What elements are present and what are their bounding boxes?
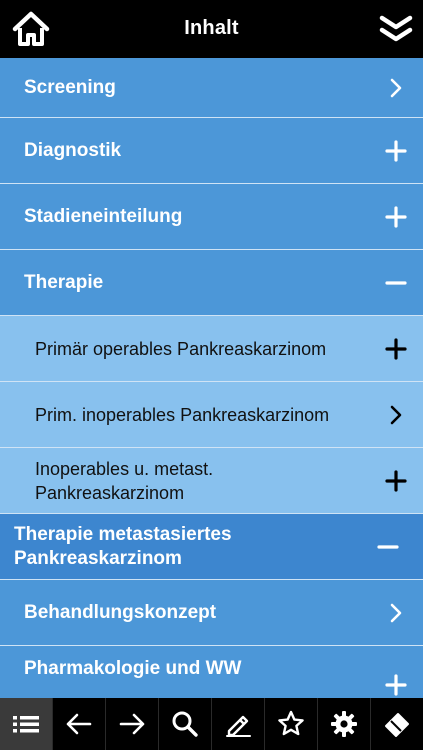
contents-button[interactable] <box>0 698 53 750</box>
eraser-button[interactable] <box>371 698 423 750</box>
list-item-behandlungskonzept[interactable]: Behandlungskonzept <box>0 580 423 646</box>
list-item-label: Behandlungskonzept <box>24 601 217 623</box>
back-button[interactable] <box>53 698 106 750</box>
highlighter-icon <box>226 715 251 737</box>
plus-icon[interactable] <box>385 205 407 228</box>
favorites-button[interactable] <box>265 698 318 750</box>
list-item-therapie-metastasiertes[interactable]: Therapie metastasiertes Pankreaskarzinom <box>0 514 423 580</box>
highlight-button[interactable] <box>212 698 265 750</box>
list-item-therapie[interactable]: Therapie <box>0 250 423 316</box>
list-item-label: Stadieneinteilung <box>24 205 183 227</box>
list-item-label: Pharmakologie und WW <box>24 658 242 680</box>
minus-icon[interactable] <box>377 536 399 558</box>
list-icon <box>13 716 39 733</box>
list-item-label-line2: Pankreaskarzinom <box>35 482 185 503</box>
arrow-right-icon <box>119 713 145 735</box>
search-icon <box>172 711 198 737</box>
minus-icon[interactable] <box>385 272 407 294</box>
list-item-label: Screening <box>24 76 116 98</box>
plus-icon[interactable] <box>385 337 407 360</box>
list-item-label: Primär operables Pankreaskarzinom <box>35 338 327 359</box>
list-item-prim-inoperables[interactable]: Prim. inoperables Pankreaskarzinom <box>0 382 423 448</box>
arrow-left-icon <box>66 713 92 735</box>
plus-icon[interactable] <box>385 469 407 492</box>
eraser-icon <box>385 713 409 737</box>
list-item-label: Prim. inoperables Pankreaskarzinom <box>35 404 330 425</box>
list-item-diagnostik[interactable]: Diagnostik <box>0 118 423 184</box>
list-item-pharmakologie[interactable]: Pharmakologie und WW <box>0 646 423 698</box>
list-item-label-line2: Pankreaskarzinom <box>14 547 182 569</box>
list-item-label-line1: Inoperables u. metast. <box>35 458 214 479</box>
plus-icon[interactable] <box>385 674 407 696</box>
forward-button[interactable] <box>106 698 159 750</box>
list-item-stadieneinteilung[interactable]: Stadieneinteilung <box>0 184 423 250</box>
settings-button[interactable] <box>318 698 371 750</box>
list-item-inoperables-metast[interactable]: Inoperables u. metast. Pankreaskarzinom <box>0 448 423 514</box>
list-item-label: Therapie <box>24 271 104 293</box>
chevron-right-icon[interactable] <box>385 602 407 624</box>
star-icon <box>278 710 304 736</box>
contents-list: Screening Diagnostik Stadieneinteilung T… <box>0 58 423 698</box>
list-item-screening[interactable]: Screening <box>0 58 423 118</box>
gear-icon <box>331 711 357 737</box>
list-item-label: Diagnostik <box>24 139 122 161</box>
top-bar: Inhalt <box>0 0 423 58</box>
list-item-primaer-operables[interactable]: Primär operables Pankreaskarzinom <box>0 316 423 382</box>
chevron-right-icon[interactable] <box>385 404 407 426</box>
page-title: Inhalt <box>184 17 239 39</box>
list-item-label-line1: Therapie metastasiertes <box>14 523 232 545</box>
list-item-label: Inoperables u. metast. Pankreaskarzinom <box>35 457 213 505</box>
double-chevron-down-icon[interactable] <box>379 14 413 44</box>
plus-icon[interactable] <box>385 139 407 162</box>
search-button[interactable] <box>159 698 212 750</box>
list-item-label: Therapie metastasiertes Pankreaskarzinom <box>14 523 232 571</box>
bottom-toolbar <box>0 698 423 750</box>
chevron-right-icon[interactable] <box>385 77 407 99</box>
